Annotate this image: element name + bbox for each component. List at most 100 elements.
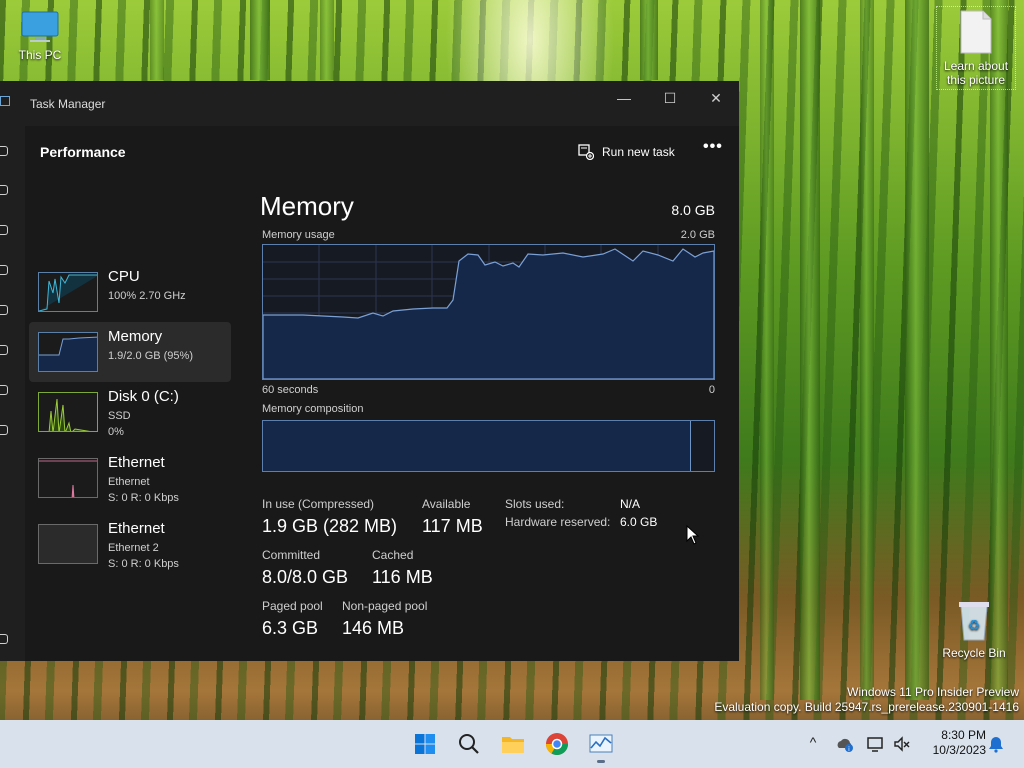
- perf-item-name: Memory: [108, 328, 163, 345]
- perf-item-name: Disk 0 (C:): [108, 388, 179, 405]
- perf-item-ethernet-2[interactable]: Ethernet Ethernet 2 S: 0 R: 0 Kbps: [29, 514, 231, 574]
- perf-item-usage: 0%: [108, 426, 124, 438]
- network-icon: [867, 737, 883, 752]
- available-value: 117 MB: [422, 516, 483, 536]
- document-icon: [959, 9, 993, 55]
- ethernet-thumbnail: [38, 458, 98, 498]
- window-title: Task Manager: [30, 97, 106, 111]
- non-paged-pool-value: 146 MB: [342, 618, 405, 638]
- search-icon: [459, 734, 479, 754]
- non-paged-pool-label: Non-paged pool: [342, 599, 428, 613]
- run-task-icon: [578, 144, 594, 160]
- onedrive-button[interactable]: i: [835, 734, 855, 754]
- page-title: Performance: [40, 144, 126, 160]
- perf-item-detail: 100% 2.70 GHz: [108, 290, 186, 302]
- hamburger-menu-icon[interactable]: [0, 146, 8, 156]
- hw-reserved-label: Hardware reserved:: [505, 515, 611, 529]
- notifications-button[interactable]: [986, 734, 1006, 754]
- available-label: Available: [422, 497, 471, 511]
- file-explorer-button[interactable]: [499, 730, 527, 758]
- performance-page: Performance Run new task ••• CPU 100% 2.…: [25, 126, 739, 661]
- perf-item-detail: 1.9/2.0 GB (95%): [108, 350, 193, 362]
- run-new-task-label: Run new task: [602, 145, 675, 159]
- graph-time-left: 60 seconds: [262, 384, 319, 396]
- perf-item-detail: Ethernet: [108, 476, 150, 488]
- run-new-task-button[interactable]: Run new task: [578, 142, 675, 162]
- perf-item-cpu[interactable]: CPU 100% 2.70 GHz: [29, 262, 231, 322]
- bell-icon: [989, 737, 1003, 753]
- task-manager-window: Task Manager — ☐ ✕ Performance Run new t…: [0, 81, 739, 661]
- cached-value: 116 MB: [372, 567, 433, 587]
- perf-item-name: CPU: [108, 268, 140, 285]
- paged-pool-value: 6.3 GB: [262, 618, 319, 638]
- graph-time-right: 0: [708, 384, 715, 396]
- processes-icon[interactable]: [0, 185, 8, 195]
- learn-about-label: Learn about this picture: [943, 59, 1009, 87]
- cached-label: Cached: [372, 548, 414, 562]
- in-use-value: 1.9 GB (282 MB): [262, 516, 398, 536]
- perf-item-disk[interactable]: Disk 0 (C:) SSD 0%: [29, 382, 231, 442]
- performance-icon[interactable]: [0, 225, 8, 235]
- close-button[interactable]: ✕: [693, 85, 739, 111]
- monitor-icon: [20, 10, 60, 44]
- committed-label: Committed: [262, 548, 321, 562]
- desktop-icon-this-pc[interactable]: This PC: [0, 10, 80, 62]
- this-pc-label: This PC: [18, 48, 62, 62]
- clock[interactable]: 8:30 PM 10/3/2023: [920, 728, 986, 758]
- chrome-button[interactable]: [543, 730, 571, 758]
- svg-text:♻: ♻: [968, 618, 981, 634]
- cpu-thumbnail: [38, 272, 98, 312]
- settings-gear-icon[interactable]: [0, 634, 8, 644]
- users-icon[interactable]: [0, 345, 8, 355]
- active-app-indicator: [597, 760, 605, 763]
- slots-used-label: Slots used:: [505, 497, 565, 511]
- task-manager-taskbar-button[interactable]: [587, 730, 615, 763]
- network-button[interactable]: [866, 734, 886, 754]
- paged-pool-label: Paged pool: [262, 599, 323, 613]
- show-hidden-icons-button[interactable]: ^: [803, 734, 823, 754]
- perf-item-name: Ethernet: [108, 454, 165, 471]
- desktop-icon-learn-about[interactable]: Learn about this picture: [936, 6, 1016, 90]
- slots-used-value: N/A: [620, 497, 641, 511]
- more-options-button[interactable]: •••: [703, 138, 723, 156]
- perf-item-name: Ethernet: [108, 520, 165, 537]
- perf-item-throughput: S: 0 R: 0 Kbps: [108, 558, 179, 570]
- folder-icon: [502, 737, 524, 753]
- mouse-cursor-icon: [686, 525, 700, 545]
- app-history-icon[interactable]: [0, 265, 8, 275]
- chrome-icon: [546, 733, 568, 755]
- task-manager-icon: [589, 734, 613, 753]
- perf-item-detail: Ethernet 2: [108, 542, 159, 554]
- onedrive-cloud-icon: i: [837, 738, 853, 753]
- memory-usage-label: Memory usage: [262, 229, 335, 241]
- recycle-bin-icon: ♻: [955, 598, 993, 642]
- perf-item-detail: SSD: [108, 410, 131, 422]
- composition-in-use-segment[interactable]: [263, 421, 691, 471]
- memory-thumbnail: [38, 332, 98, 372]
- memory-total: 8.0 GB: [671, 202, 715, 218]
- start-button[interactable]: [411, 730, 439, 758]
- in-use-label: In use (Compressed): [262, 497, 375, 511]
- minimize-button[interactable]: —: [601, 85, 647, 111]
- details-icon[interactable]: [0, 385, 8, 395]
- memory-composition-bar[interactable]: [262, 420, 715, 472]
- watermark-line-1: Windows 11 Pro Insider Preview: [847, 685, 1019, 699]
- disk-thumbnail: [38, 392, 98, 432]
- services-icon[interactable]: [0, 425, 8, 435]
- volume-muted-icon: [894, 736, 910, 752]
- watermark-line-2: Evaluation copy. Build 25947.rs_prerelea…: [714, 700, 1019, 714]
- nav-rail: [0, 126, 25, 661]
- startup-apps-icon[interactable]: [0, 305, 8, 315]
- taskbar: ^ i 8:30 PM 10/3/2023: [0, 720, 1024, 768]
- volume-button[interactable]: [892, 734, 912, 754]
- task-manager-app-icon: [0, 96, 10, 106]
- search-button[interactable]: [455, 730, 483, 758]
- maximize-button[interactable]: ☐: [647, 85, 693, 111]
- committed-value: 8.0/8.0 GB: [262, 567, 349, 587]
- desktop-icon-recycle-bin[interactable]: ♻ Recycle Bin: [934, 598, 1014, 660]
- perf-item-memory[interactable]: Memory 1.9/2.0 GB (95%): [29, 322, 231, 382]
- ethernet-2-thumbnail: [38, 524, 98, 564]
- recycle-bin-label: Recycle Bin: [942, 646, 1006, 660]
- perf-item-ethernet-1[interactable]: Ethernet Ethernet S: 0 R: 0 Kbps: [29, 448, 231, 508]
- title-bar[interactable]: Task Manager — ☐ ✕: [0, 81, 739, 126]
